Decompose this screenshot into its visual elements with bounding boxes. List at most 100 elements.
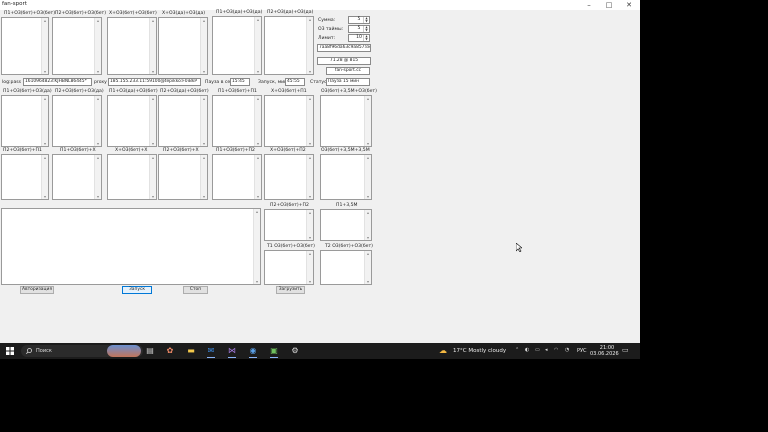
logpass-field[interactable]: 1610964823:KJHBNL86445* bbox=[23, 78, 92, 86]
scrollbar[interactable] bbox=[41, 96, 48, 146]
summa-stepper[interactable]: 5 ▲ ▼ bbox=[348, 16, 370, 24]
app-window-thumb-icon[interactable]: ▣ bbox=[267, 345, 281, 357]
textbox-p1-35[interactable] bbox=[320, 209, 372, 241]
weather-text[interactable]: 17°C Mostly cloudy bbox=[453, 348, 506, 354]
load-button[interactable]: Загрузить bbox=[276, 286, 305, 294]
scrollbar[interactable] bbox=[364, 251, 371, 284]
scrollbar[interactable] bbox=[254, 155, 261, 199]
volume-icon[interactable]: ◂ bbox=[545, 347, 548, 353]
textbox-row3-3[interactable] bbox=[107, 154, 157, 200]
scrollbar[interactable] bbox=[364, 155, 371, 199]
stop-button[interactable]: Стоп bbox=[183, 286, 208, 294]
scrollbar[interactable] bbox=[364, 210, 371, 240]
label-row2-6: Х+О3(бет)+П1 bbox=[271, 89, 307, 94]
scrollbar[interactable] bbox=[41, 18, 48, 74]
status-field[interactable]: Пауза 15 мин bbox=[326, 78, 370, 86]
scrollbar[interactable] bbox=[306, 210, 313, 240]
scrollbar[interactable] bbox=[306, 96, 313, 146]
mail-icon[interactable]: ✉ bbox=[204, 345, 218, 357]
scrollbar[interactable] bbox=[364, 96, 371, 146]
start-button[interactable]: Запуск bbox=[122, 286, 152, 294]
scrollbar[interactable] bbox=[253, 209, 260, 284]
textbox-row2-7[interactable] bbox=[320, 95, 372, 147]
textbox-row3-2[interactable] bbox=[52, 154, 102, 200]
textbox-t1[interactable] bbox=[264, 250, 314, 285]
edge-icon[interactable]: ◉ bbox=[246, 345, 260, 357]
textbox-row3-4[interactable] bbox=[158, 154, 208, 200]
oz-stepper[interactable]: 5 ▲ ▼ bbox=[348, 25, 370, 33]
textbox-p2-p2[interactable] bbox=[264, 209, 314, 241]
log-textarea[interactable] bbox=[1, 208, 261, 285]
textbox-row2-6[interactable] bbox=[264, 95, 314, 147]
textbox-row2-5[interactable] bbox=[212, 95, 262, 147]
scrollbar[interactable] bbox=[254, 96, 261, 146]
textbox-t2[interactable] bbox=[320, 250, 372, 285]
scrollbar[interactable] bbox=[200, 18, 207, 74]
windows-start-icon[interactable] bbox=[6, 347, 14, 355]
file-explorer-icon[interactable]: ▬ bbox=[184, 345, 198, 357]
auth-button[interactable]: Авторизация bbox=[20, 286, 54, 294]
notifications-icon[interactable]: ▭ bbox=[622, 346, 629, 354]
battery-icon[interactable]: ▭ bbox=[535, 347, 540, 353]
scrollbar[interactable] bbox=[94, 96, 101, 146]
scrollbar[interactable] bbox=[306, 17, 313, 74]
hash-field[interactable]: 7aa8f96da63c9a857ззee bbox=[317, 44, 371, 52]
proxy-field[interactable]: 185.155.233.11:59100@tepikko:F0iBkP bbox=[108, 78, 201, 86]
task-view-icon[interactable]: ▤ bbox=[143, 345, 157, 357]
weather-cloud-icon: ☁ bbox=[439, 346, 447, 355]
stepper-arrows-icon[interactable]: ▲ ▼ bbox=[363, 35, 369, 41]
textbox-top-1[interactable] bbox=[1, 17, 49, 75]
scrollbar[interactable] bbox=[149, 18, 156, 74]
label-row2-5: П1+О3(бет)+П1 bbox=[218, 89, 257, 94]
textbox-row2-3[interactable] bbox=[107, 95, 157, 147]
maximize-button[interactable]: □ bbox=[600, 0, 618, 10]
oz-label: О3 таймы: bbox=[318, 27, 344, 32]
textbox-row3-5[interactable] bbox=[212, 154, 262, 200]
textbox-top-6[interactable] bbox=[264, 16, 314, 75]
scrollbar[interactable] bbox=[306, 251, 313, 284]
network-icon[interactable]: ◠ bbox=[554, 347, 558, 353]
site-field[interactable]: fan-sport.cc bbox=[326, 67, 370, 75]
tray-app-icon[interactable]: ◐ bbox=[525, 347, 529, 353]
scrollbar[interactable] bbox=[41, 155, 48, 199]
copilot-icon[interactable]: ✿ bbox=[163, 345, 177, 357]
textbox-top-4[interactable] bbox=[158, 17, 208, 75]
balance-field[interactable]: 71.28 @ 815 bbox=[317, 57, 371, 65]
textbox-row3-1[interactable] bbox=[1, 154, 49, 200]
textbox-top-3[interactable] bbox=[107, 17, 157, 75]
label-top-5: П1+О3(да)+О3(да) bbox=[216, 10, 263, 15]
clock-date[interactable]: 03.06.2026 bbox=[590, 351, 619, 357]
scrollbar[interactable] bbox=[149, 155, 156, 199]
settings-gear-icon[interactable]: ⚙ bbox=[288, 345, 302, 357]
scrollbar[interactable] bbox=[94, 155, 101, 199]
scrollbar[interactable] bbox=[94, 18, 101, 74]
scrollbar[interactable] bbox=[306, 155, 313, 199]
minimize-button[interactable]: – bbox=[580, 0, 598, 10]
close-button[interactable]: ✕ bbox=[620, 0, 638, 10]
label-p1-35: П1+3,5М bbox=[336, 203, 358, 208]
scrollbar[interactable] bbox=[254, 17, 261, 74]
textbox-row2-4[interactable] bbox=[158, 95, 208, 147]
textbox-top-5[interactable] bbox=[212, 16, 262, 75]
stepper-arrows-icon[interactable]: ▲ ▼ bbox=[363, 26, 369, 32]
taskbar-search-box[interactable]: Поиск bbox=[21, 345, 143, 357]
textbox-top-2[interactable] bbox=[52, 17, 102, 75]
limit-stepper[interactable]: 10 ▲ ▼ bbox=[348, 34, 370, 42]
scrollbar[interactable] bbox=[200, 96, 207, 146]
pause-field[interactable]: 15:45 bbox=[230, 78, 250, 86]
label-row2-1: П1+О3(бет)+О3(да) bbox=[3, 89, 52, 94]
language-indicator[interactable]: РУС bbox=[577, 348, 587, 354]
scrollbar[interactable] bbox=[200, 155, 207, 199]
launch-label: Запуск, мин bbox=[258, 80, 288, 85]
visual-studio-icon[interactable]: ⋈ bbox=[225, 345, 239, 357]
textbox-row2-2[interactable] bbox=[52, 95, 102, 147]
stepper-arrows-icon[interactable]: ▲ ▼ bbox=[363, 17, 369, 23]
textbox-row3-6[interactable] bbox=[264, 154, 314, 200]
label-top-2: П2+О3(бет)+О3(бет) bbox=[55, 11, 106, 16]
scrollbar[interactable] bbox=[149, 96, 156, 146]
textbox-row2-1[interactable] bbox=[1, 95, 49, 147]
launch-field[interactable]: 45:55 bbox=[285, 78, 305, 86]
textbox-row3-7[interactable] bbox=[320, 154, 372, 200]
tray-chevron-icon[interactable]: ⌃ bbox=[515, 347, 519, 353]
security-icon[interactable]: ◔ bbox=[565, 347, 569, 353]
